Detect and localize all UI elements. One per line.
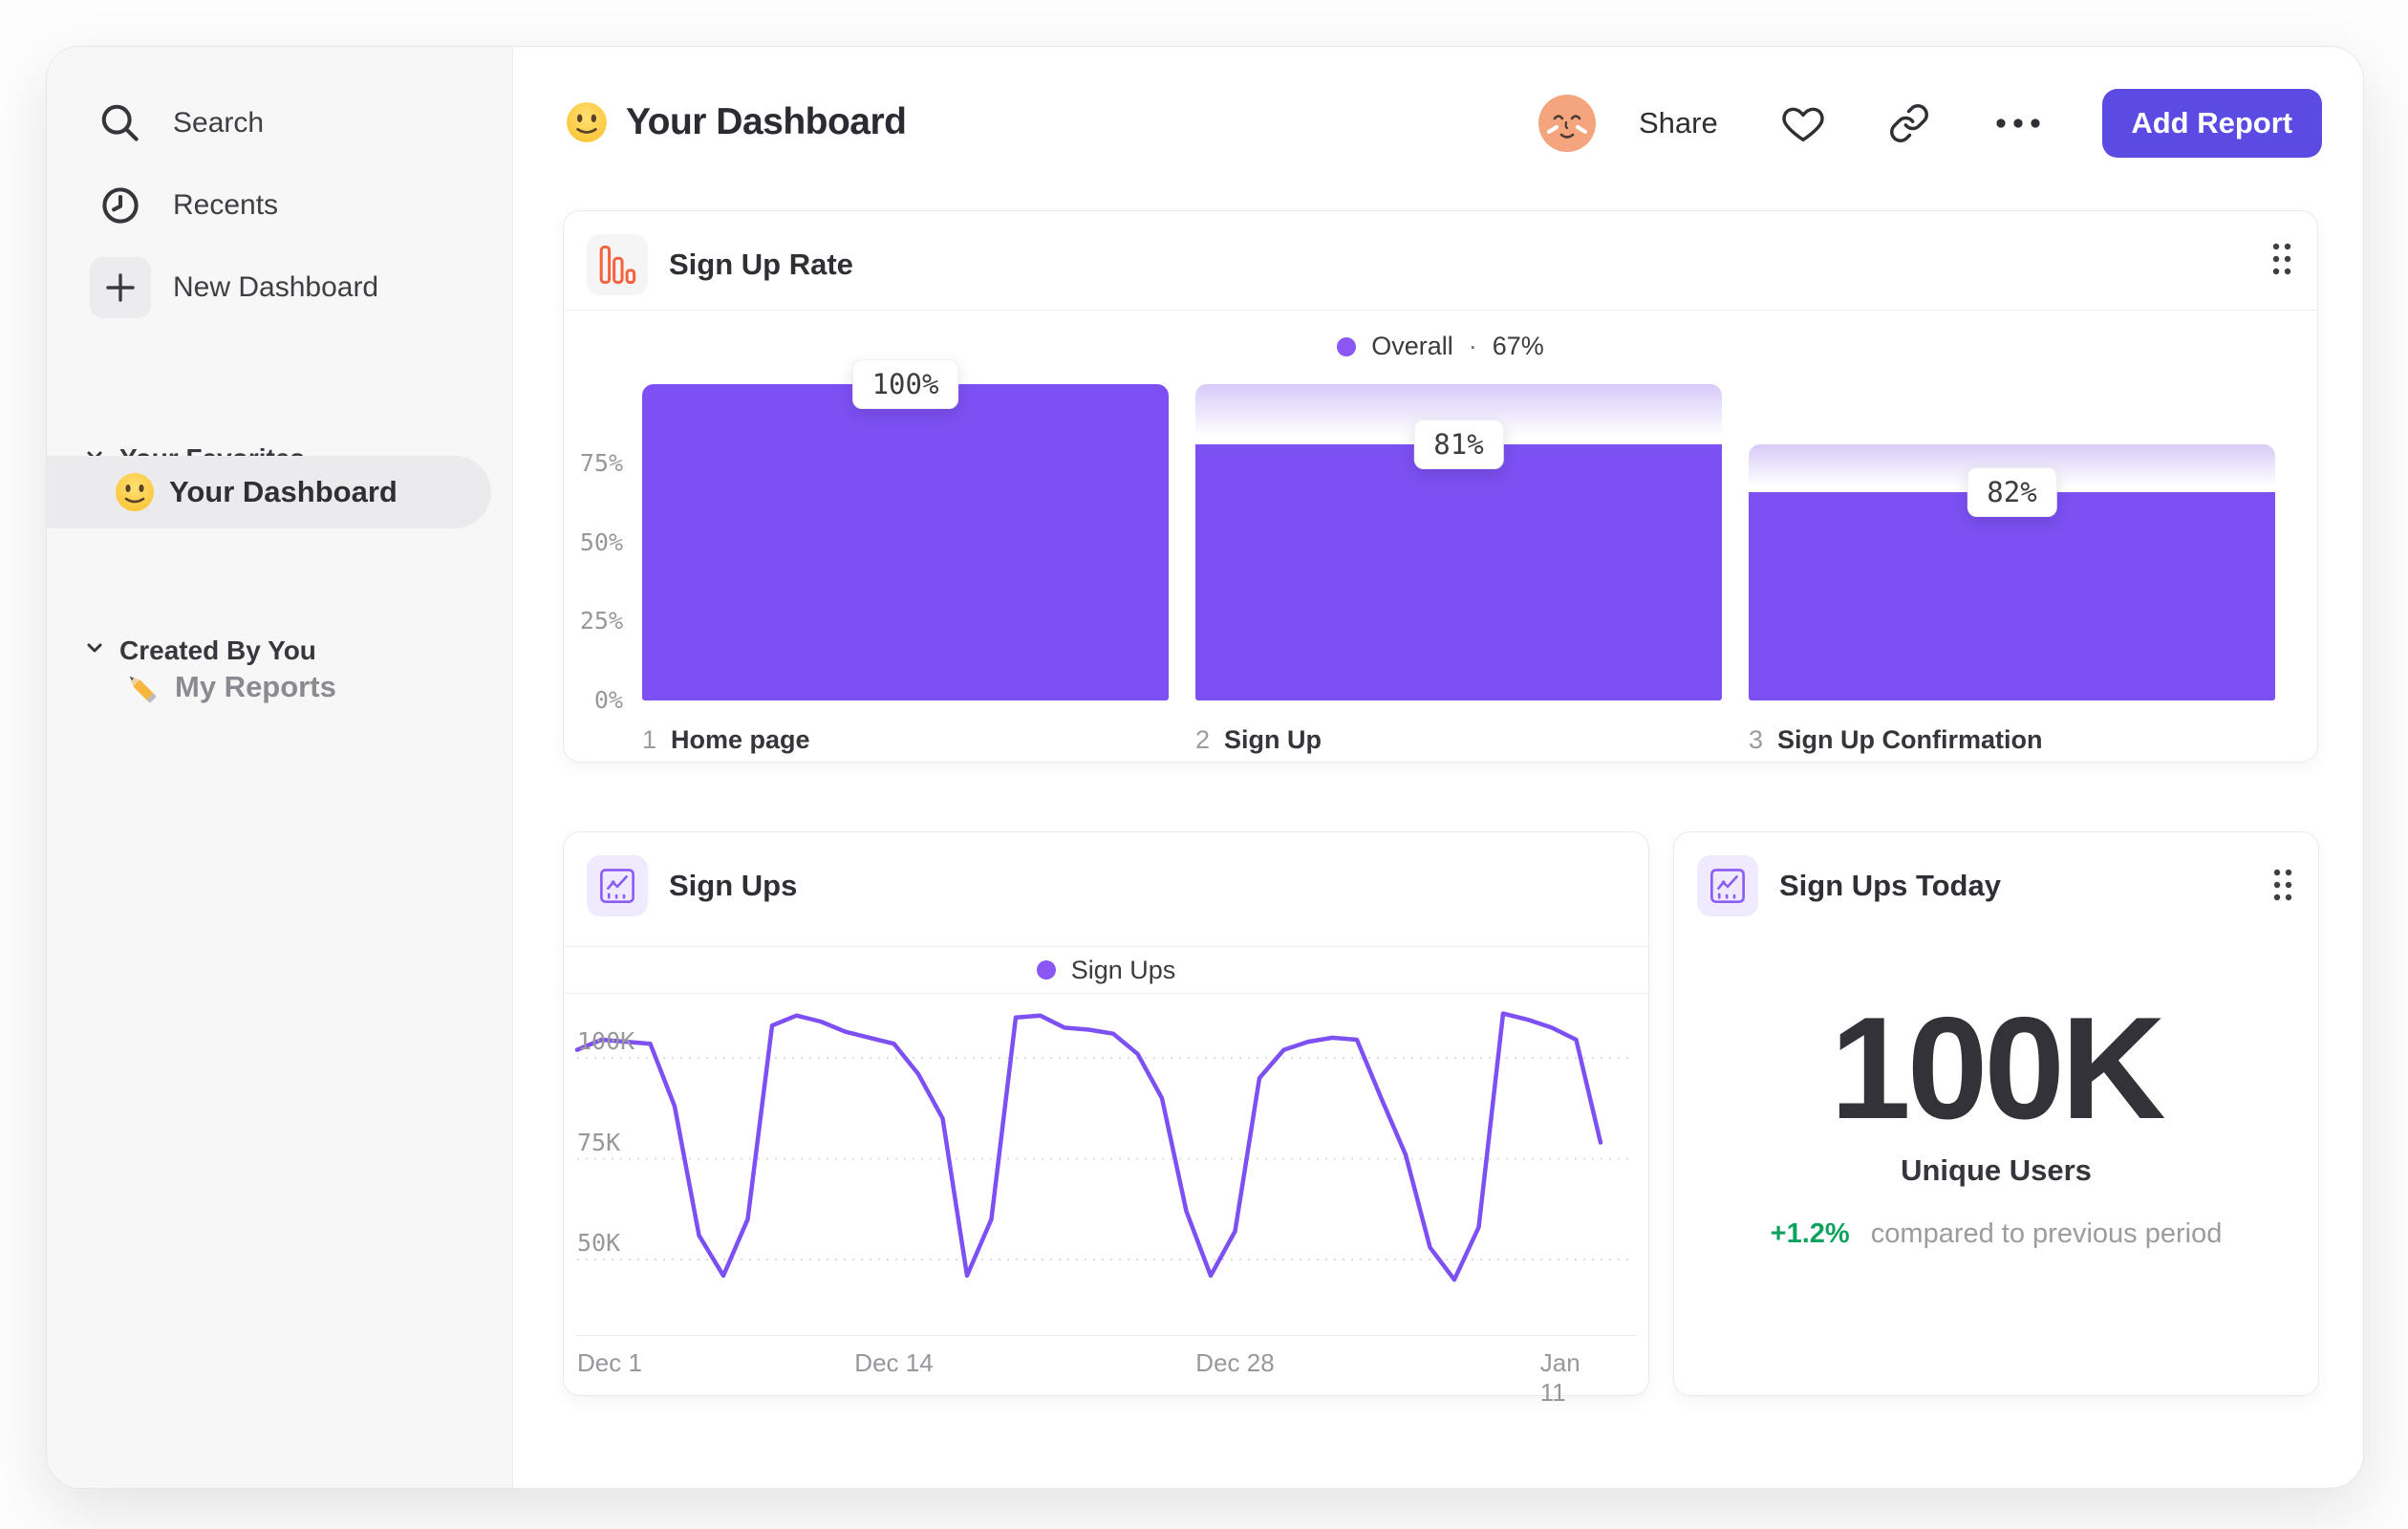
app-window: Search Recents New Dashboard Your Favori… bbox=[46, 46, 2364, 1489]
line-xtick: Jan 11 bbox=[1539, 1348, 1580, 1407]
card-header: Sign Ups Today bbox=[1697, 855, 2001, 916]
funnel-bar-converted bbox=[1195, 443, 1722, 700]
line-chart-icon bbox=[587, 855, 648, 916]
metric-label: Unique Users bbox=[1901, 1153, 2092, 1187]
delta-value: +1.2% bbox=[1770, 1218, 1850, 1249]
funnel-bar-tooltip: 82% bbox=[1967, 466, 2057, 517]
sidebar-item-my-reports[interactable]: My Reports bbox=[119, 657, 336, 718]
line-chart-icon bbox=[1697, 855, 1758, 916]
funnel-bar-1[interactable] bbox=[642, 384, 1169, 700]
step-name: Home page bbox=[671, 725, 810, 754]
line-ytick: 75K bbox=[577, 1128, 621, 1156]
card-header: Sign Up Rate bbox=[587, 234, 853, 295]
sidebar-item-label: Search bbox=[173, 107, 265, 139]
funnel-x-label: 2 Sign Up bbox=[1195, 725, 1322, 755]
legend-dot bbox=[1337, 336, 1357, 356]
card-sign-up-rate: Sign Up Rate Overall · 67% 75% 50% 25% 0% 10… bbox=[563, 210, 2318, 763]
line-xtick: Dec 28 bbox=[1195, 1348, 1275, 1377]
sidebar-item-your-dashboard[interactable]: Your Dashboard bbox=[47, 456, 491, 528]
add-report-button[interactable]: Add Report bbox=[2101, 89, 2322, 158]
funnel-ytick: 0% bbox=[593, 686, 623, 714]
card-sign-ups: Sign Ups Sign Ups 100K 75K 50K Dec 1 Dec 14 D… bbox=[563, 831, 1649, 1407]
sidebar-item-label: My Reports bbox=[175, 670, 336, 703]
drag-handle-icon[interactable] bbox=[2270, 242, 2293, 281]
header-actions: Share Add Report bbox=[1537, 89, 2322, 158]
line-legend[interactable]: Sign Ups bbox=[1036, 955, 1176, 985]
search-icon bbox=[90, 93, 151, 154]
sidebar-item-label: Recents bbox=[173, 189, 279, 221]
metric-value: 100K bbox=[1830, 987, 2165, 1150]
ellipsis-icon[interactable] bbox=[1993, 114, 2043, 133]
funnel-x-label: 1 Home page bbox=[642, 725, 810, 755]
legend-label: Overall bbox=[1371, 332, 1453, 360]
line-xtick: Dec 1 bbox=[577, 1348, 642, 1377]
step-name: Sign Up Confirmation bbox=[1777, 725, 2043, 754]
screen: Search Recents New Dashboard Your Favori… bbox=[0, 0, 2408, 1529]
step-name: Sign Up bbox=[1224, 725, 1322, 754]
funnel-plot: 75% 50% 25% 0% 100% 81% 82% bbox=[580, 359, 2275, 714]
sidebar-item-label: Your Dashboard bbox=[169, 475, 398, 508]
smiley-icon bbox=[114, 471, 156, 513]
funnel-bar-tooltip: 100% bbox=[851, 359, 959, 409]
card-sign-ups-today: Sign Ups Today 100K Unique Users +1.2% c… bbox=[1673, 831, 2319, 1396]
sidebar-item-search[interactable]: Search bbox=[90, 93, 264, 154]
page-title: Your Dashboard bbox=[626, 101, 907, 142]
heart-icon[interactable] bbox=[1781, 101, 1825, 145]
page-header: Your Dashboard bbox=[565, 89, 907, 156]
card-title: Sign Up Rate bbox=[669, 248, 853, 281]
funnel-x-label: 3 Sign Up Confirmation bbox=[1749, 725, 2043, 755]
line-ytick: 100K bbox=[577, 1027, 635, 1055]
link-icon[interactable] bbox=[1888, 102, 1930, 144]
funnel-bar-tooltip: 81% bbox=[1413, 419, 1504, 469]
step-index: 1 bbox=[642, 725, 657, 754]
avatar[interactable] bbox=[1537, 94, 1597, 153]
funnel-ytick: 25% bbox=[579, 607, 623, 635]
legend-label: Sign Ups bbox=[1070, 955, 1176, 984]
signups-line-chart bbox=[574, 1011, 1635, 1282]
funnel-ytick: 75% bbox=[579, 448, 623, 477]
signups-line bbox=[574, 1011, 1603, 1282]
step-index: 3 bbox=[1749, 725, 1764, 754]
plus-icon bbox=[90, 257, 151, 318]
card-header: Sign Ups bbox=[587, 855, 797, 916]
funnel-bar-converted bbox=[642, 384, 1169, 700]
divider bbox=[564, 310, 2317, 311]
funnel-ytick: 50% bbox=[579, 528, 623, 556]
card-title: Sign Ups Today bbox=[1779, 869, 2001, 902]
funnel-bar-converted bbox=[1749, 491, 2275, 700]
line-legend-row: Sign Ups bbox=[564, 947, 1648, 994]
chevron-down-icon bbox=[83, 635, 106, 666]
clock-icon bbox=[90, 175, 151, 236]
chart-baseline bbox=[575, 1335, 1637, 1336]
legend-dot bbox=[1036, 960, 1056, 980]
line-xtick: Dec 14 bbox=[854, 1348, 934, 1377]
sidebar-item-recents[interactable]: Recents bbox=[90, 175, 278, 236]
delta-note: compared to previous period bbox=[1870, 1218, 2223, 1249]
drag-handle-icon[interactable] bbox=[2271, 868, 2294, 907]
smiley-icon bbox=[565, 100, 609, 144]
legend-separator: · bbox=[1468, 332, 1477, 360]
line-ytick: 50K bbox=[577, 1229, 621, 1257]
share-button[interactable]: Share bbox=[1639, 106, 1718, 140]
sidebar-item-label: New Dashboard bbox=[173, 271, 379, 303]
step-index: 2 bbox=[1195, 725, 1211, 754]
legend-value: 67% bbox=[1492, 332, 1544, 360]
funnel-legend[interactable]: Overall · 67% bbox=[564, 332, 2317, 361]
sidebar-item-new-dashboard[interactable]: New Dashboard bbox=[90, 257, 378, 318]
sidebar: Search Recents New Dashboard Your Favori… bbox=[47, 47, 513, 1488]
card-title: Sign Ups bbox=[669, 869, 798, 902]
metric-delta-row: +1.2% compared to previous period bbox=[1674, 1218, 2318, 1250]
funnel-chart-icon bbox=[587, 234, 648, 295]
pencil-icon bbox=[119, 666, 161, 708]
